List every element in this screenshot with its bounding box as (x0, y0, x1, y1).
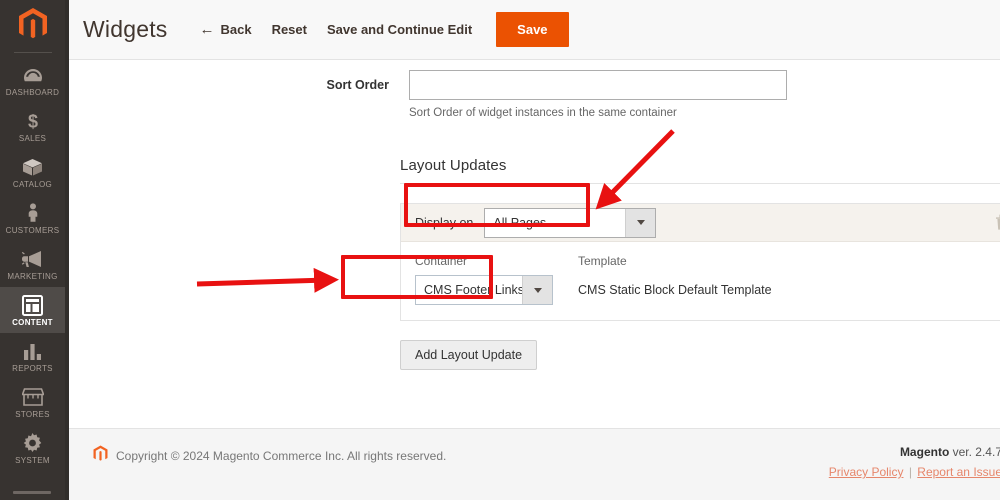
sidebar-item-marketing[interactable]: MARKETING (0, 241, 65, 287)
sidebar-item-customers[interactable]: CUSTOMERS (0, 195, 65, 241)
reset-button[interactable]: Reset (262, 15, 317, 44)
layout-update-card-header: Display on All Pages (401, 204, 1000, 242)
layout-updates-title: Layout Updates (400, 157, 1000, 184)
container-select[interactable]: CMS Footer Links (415, 275, 553, 305)
sort-order-label: Sort Order (326, 78, 389, 92)
save-button[interactable]: Save (496, 12, 569, 47)
copyright-text: Copyright © 2024 Magento Commerce Inc. A… (116, 448, 447, 463)
display-on-select-value: All Pages (493, 215, 547, 230)
page-footer: Copyright © 2024 Magento Commerce Inc. A… (69, 428, 1000, 500)
storefront-icon (21, 386, 44, 408)
sidebar-item-label: CATALOG (12, 180, 53, 189)
box-icon (22, 156, 43, 178)
copyright-block: Copyright © 2024 Magento Commerce Inc. A… (93, 445, 446, 466)
sidebar-item-label: CUSTOMERS (5, 226, 60, 235)
sidebar-item-content[interactable]: CONTENT (0, 287, 65, 333)
chevron-down-icon (522, 276, 552, 304)
sidebar-item-stores[interactable]: STORES (0, 379, 65, 425)
sort-order-field-wrap: Sort Order of widget instances in the sa… (409, 70, 1000, 119)
display-on-select[interactable]: All Pages (484, 207, 657, 238)
sort-order-row: Sort Order Sort Order of widget instance… (69, 60, 1000, 119)
dollar-sign-icon: $ (26, 110, 40, 132)
sidebar-item-dashboard[interactable]: DASHBOARD (0, 57, 65, 103)
sidebar-item-label: REPORTS (12, 364, 53, 373)
sidebar-item-label: MARKETING (7, 272, 58, 281)
gear-icon (22, 432, 43, 454)
sidebar-divider (13, 52, 52, 53)
sidebar-item-sales[interactable]: $ SALES (0, 103, 65, 149)
brand-name: Magento (899, 445, 950, 459)
dashboard-gauge-icon (23, 64, 43, 86)
container-select-value: CMS Footer Links (424, 283, 522, 297)
bar-chart-icon (23, 340, 43, 362)
sidebar-item-label: SALES (18, 134, 47, 143)
sidebar-bottom-rule (13, 491, 51, 494)
sidebar-item-system[interactable]: SYSTEM (0, 425, 65, 471)
save-and-continue-edit-button[interactable]: Save and Continue Edit (317, 15, 482, 44)
magento-logo-icon[interactable] (0, 0, 65, 46)
content-body: Sort Order Sort Order of widget instance… (69, 60, 1000, 428)
template-column-header: Template (578, 254, 627, 268)
sidebar-item-catalog[interactable]: CATALOG (0, 149, 65, 195)
megaphone-icon (21, 248, 44, 270)
container-column-header: Container (415, 254, 468, 268)
page-title: Widgets (83, 16, 168, 42)
report-an-issue-link[interactable]: Report an Issue (917, 465, 1000, 479)
version-text: ver. 2.4.7 (952, 445, 1000, 459)
footer-links: Privacy Policy | Report an Issue (829, 465, 1000, 479)
main-area: Widgets ← Back Reset Save and Continue E… (65, 0, 1000, 500)
sidebar-item-reports[interactable]: REPORTS (0, 333, 65, 379)
person-icon (26, 202, 40, 224)
svg-text:$: $ (27, 112, 37, 132)
template-value: CMS Static Block Default Template (578, 283, 772, 297)
trash-icon[interactable] (995, 214, 1000, 231)
layout-update-card: Display on All Pages Container CMS Foote… (400, 203, 1000, 321)
back-button-label: Back (220, 22, 252, 37)
page-header: Widgets ← Back Reset Save and Continue E… (69, 0, 1000, 60)
page-layout-icon (22, 294, 43, 316)
arrow-left-icon: ← (199, 21, 215, 38)
footer-right-block: Magento ver. 2.4.7 Privacy Policy | Repo… (829, 445, 1000, 479)
sidebar-item-label: DASHBOARD (5, 88, 60, 97)
admin-sidebar: DASHBOARD $ SALES CATALOG CUSTOMERS MARK… (0, 0, 65, 500)
add-layout-update-button[interactable]: Add Layout Update (400, 340, 538, 370)
layout-updates-section: Layout Updates Display on All Pages Cont… (400, 157, 1000, 321)
display-on-label: Display on (415, 215, 474, 230)
sort-order-input[interactable] (409, 70, 787, 100)
magento-admin-screen: DASHBOARD $ SALES CATALOG CUSTOMERS MARK… (0, 0, 1000, 500)
sort-order-note: Sort Order of widget instances in the sa… (409, 107, 677, 119)
layout-update-card-body: Container CMS Footer Links Template CMS … (401, 242, 1000, 320)
sidebar-item-label: STORES (15, 410, 50, 419)
back-button[interactable]: ← Back (189, 14, 261, 45)
version-line: Magento ver. 2.4.7 (829, 445, 1000, 459)
privacy-policy-link[interactable]: Privacy Policy (829, 465, 904, 479)
sidebar-item-label: SYSTEM (15, 456, 50, 465)
footer-link-separator: | (908, 465, 912, 479)
sidebar-item-label: CONTENT (12, 318, 53, 327)
template-column: Template CMS Static Block Default Templa… (573, 254, 772, 305)
container-column: Container CMS Footer Links (415, 254, 573, 305)
chevron-down-icon (625, 208, 656, 237)
magento-logo-icon (93, 445, 108, 466)
